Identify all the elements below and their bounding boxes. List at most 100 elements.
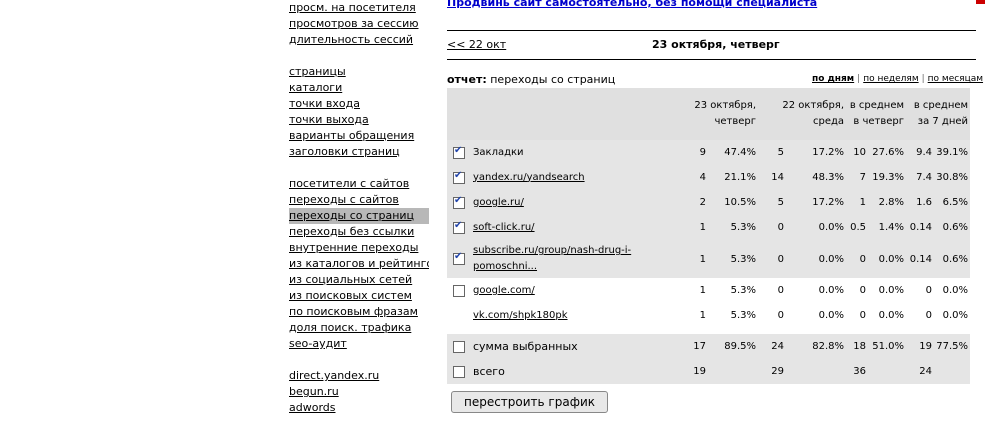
row-checkbox[interactable]	[453, 251, 465, 265]
cell-p4: 0.0%	[934, 303, 971, 328]
nav-item-referrals-from-pages[interactable]: переходы со страниц	[289, 208, 429, 224]
row-link[interactable]: google.ru/	[473, 197, 524, 208]
nav-item-direct-visits[interactable]: переходы без ссылки	[289, 224, 429, 240]
nav-item-adwords[interactable]: adwords	[289, 400, 429, 416]
cell-p1: 10.5%	[708, 190, 759, 215]
total-empty	[786, 359, 847, 384]
cell-p1: 5.3%	[708, 215, 759, 240]
total-row: всего 19 29 36 24	[447, 359, 971, 384]
total-checkbox[interactable]	[453, 365, 465, 378]
row-checkbox[interactable]	[453, 195, 465, 209]
cell-v3: 7	[846, 165, 869, 190]
cell-p1: 5.3%	[708, 303, 759, 328]
nav-item-page-titles[interactable]: заголовки страниц	[289, 144, 429, 160]
table-row: yandex.ru/yandsearch 421.1%1448.3%719.3%7…	[447, 165, 971, 190]
row-checkbox[interactable]	[453, 145, 465, 159]
cell-v4: 1.6	[906, 190, 935, 215]
cell-p3: 0.0%	[868, 303, 907, 328]
period-months[interactable]: по месяцам	[928, 74, 983, 84]
checkbox-cell	[447, 140, 471, 165]
nav-item-referrals-from-sites[interactable]: переходы с сайтов	[289, 192, 429, 208]
checkbox-cell	[447, 240, 471, 278]
nav-item-seo-audit[interactable]: seo-аудит	[289, 336, 429, 352]
rebuild-chart-button[interactable]: перестроить график	[451, 391, 608, 413]
sum-row: сумма выбранных 17 89.5% 24 82.8% 18 51.0% 19 77…	[447, 334, 971, 359]
cell-p2: 0.0%	[786, 215, 847, 240]
nav-item-from-social-networks[interactable]: из социальных сетей	[289, 272, 429, 288]
row-label-cell: vk.com/shpk180pk	[471, 303, 682, 328]
nav-item-begun[interactable]: begun.ru	[289, 384, 429, 400]
row-link[interactable]: soft-click.ru/	[473, 222, 535, 233]
cell-p3: 1.4%	[868, 215, 907, 240]
previous-day-link[interactable]: << 22 окт	[447, 38, 506, 51]
sum-p2: 82.8%	[786, 334, 847, 359]
nav-item-from-catalogs-ratings[interactable]: из каталогов и рейтингов	[289, 256, 429, 272]
cell-v1: 4	[682, 165, 708, 190]
table-row: vk.com/shpk180pk 1 5.3% 0 0.0% 0 0.0% 0 0.0%	[447, 303, 971, 328]
cell-p4: 0.6%	[934, 240, 971, 278]
row-checkbox[interactable]	[453, 220, 465, 234]
nav-item-visitors-from-sites[interactable]: посетители с сайтов	[289, 176, 429, 192]
cell-v1: 1	[682, 278, 708, 303]
total-empty	[868, 359, 907, 384]
cell-p1: 5.3%	[708, 240, 759, 278]
checkbox-cell	[447, 359, 471, 384]
sum-v1: 17	[682, 334, 708, 359]
row-label-cell: Закладки	[471, 140, 682, 165]
nav-item-internal-referrals[interactable]: внутренние переходы	[289, 240, 429, 256]
cell-p3: 0.0%	[868, 278, 907, 303]
period-weeks[interactable]: по неделям	[863, 74, 918, 84]
nav-item-request-variants[interactable]: варианты обращения	[289, 128, 429, 144]
table-row: subscribe.ru/group/nash-drug-i-pomoschni…	[447, 240, 971, 278]
row-checkbox[interactable]	[453, 170, 465, 184]
cell-p2: 17.2%	[786, 190, 847, 215]
row-label: Закладки	[473, 146, 524, 158]
period-separator: |	[921, 74, 925, 84]
nav-item-views-per-visitor[interactable]: просм. на посетителя	[289, 0, 429, 16]
cell-p4: 0.0%	[934, 278, 971, 303]
period-switcher: по дням | по неделям | по месяцам	[812, 74, 983, 84]
nav-item-direct-yandex[interactable]: direct.yandex.ru	[289, 368, 429, 384]
nav-gap	[289, 48, 429, 64]
header-col-yesterday: 22 октября, среда	[758, 88, 847, 140]
period-days[interactable]: по дням	[812, 74, 854, 84]
row-link[interactable]: vk.com/shpk180pk	[473, 310, 568, 321]
checkbox-cell	[447, 215, 471, 240]
nav-item-exit-points[interactable]: точки выхода	[289, 112, 429, 128]
promo-link[interactable]: Продвинь сайт самостоятельно, без помощи…	[447, 0, 817, 9]
nav-item-views-per-session[interactable]: просмотров за сессию	[289, 16, 429, 32]
nav-item-search-phrases[interactable]: по поисковым фразам	[289, 304, 429, 320]
cell-v2: 0	[758, 240, 787, 278]
total-empty	[708, 359, 759, 384]
nav-group-ads: direct.yandex.ru begun.ru adwords	[289, 368, 429, 416]
sum-label: сумма выбранных	[471, 334, 682, 359]
cell-v4: 0.14	[906, 240, 935, 278]
nav-item-entry-points[interactable]: точки входа	[289, 96, 429, 112]
cell-p2: 17.2%	[786, 140, 847, 165]
cell-v4: 7.4	[906, 165, 935, 190]
cell-p4: 0.6%	[934, 215, 971, 240]
cell-p2: 0.0%	[786, 278, 847, 303]
nav-item-search-traffic-share[interactable]: доля поиск. трафика	[289, 320, 429, 336]
cell-v4: 0	[906, 278, 935, 303]
nav-item-pages[interactable]: страницы	[289, 64, 429, 80]
row-link[interactable]: google.com/	[473, 285, 535, 296]
row-link[interactable]: subscribe.ru/group/nash-drug-i-pomoschni…	[473, 245, 631, 272]
total-v3: 36	[846, 359, 869, 384]
sum-checkbox[interactable]	[453, 340, 465, 353]
header-empty	[447, 88, 682, 140]
nav-item-session-duration[interactable]: длительность сессий	[289, 32, 429, 48]
row-link[interactable]: yandex.ru/yandsearch	[473, 172, 585, 183]
sum-v4: 19	[906, 334, 935, 359]
cell-v3: 0	[846, 240, 869, 278]
total-v4: 24	[906, 359, 935, 384]
cell-p4: 30.8%	[934, 165, 971, 190]
cell-v2: 0	[758, 303, 787, 328]
current-date-title: 23 октября, четверг	[652, 38, 780, 51]
top-divider	[447, 30, 976, 31]
nav-item-catalogs[interactable]: каталоги	[289, 80, 429, 96]
table-row: Закладки 947.4%517.2%1027.6%9.439.1%	[447, 140, 971, 165]
nav-item-from-search-engines[interactable]: из поисковых систем	[289, 288, 429, 304]
row-checkbox[interactable]	[453, 284, 465, 297]
table-row: google.com/1 5.3% 0 0.0% 0 0.0% 0 0.0%	[447, 278, 971, 303]
